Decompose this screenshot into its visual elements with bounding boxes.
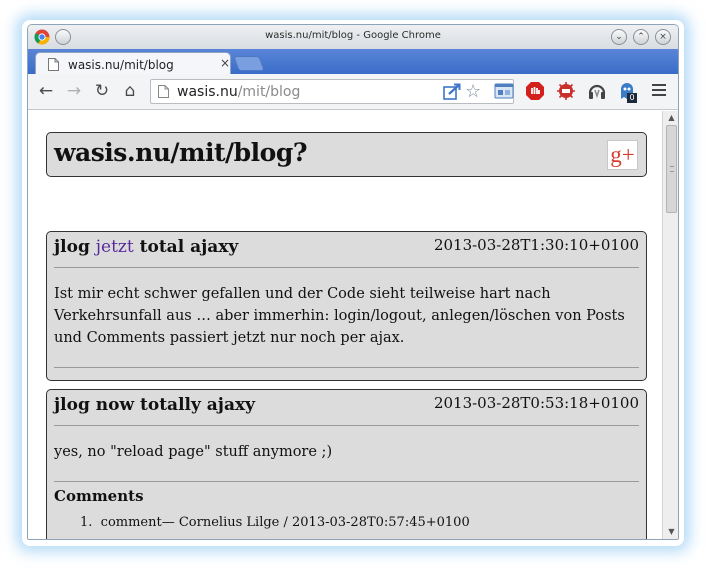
post-date: 2013-03-28T1:30:10+0100 — [433, 236, 639, 254]
post-title-start: jlog — [54, 237, 96, 257]
minimize-button[interactable]: ⌄ — [611, 29, 627, 45]
address-bar[interactable]: wasis.nu/mit/blog ☆ — [150, 79, 514, 104]
blog-post: jlog now totally ajaxy 2013-03-28T0:53:1… — [46, 389, 647, 539]
post-body: Ist mir echt schwer gefallen und der Cod… — [54, 286, 625, 346]
bug-icon[interactable] — [556, 81, 576, 101]
page-title: wasis.nu/mit/blog? — [54, 138, 307, 167]
gallery-icon[interactable] — [494, 81, 514, 101]
page-icon — [158, 85, 169, 98]
url-path: /mit/blog — [237, 84, 301, 100]
scroll-up-arrow-icon[interactable]: ▲ — [666, 113, 677, 123]
scroll-down-arrow-icon[interactable]: ▼ — [666, 527, 677, 537]
divider — [54, 425, 639, 426]
toolbar: ← → ↻ ⌂ wasis.nu/mit/blog ☆ 0 — [28, 74, 678, 110]
url-host: wasis.nu — [177, 84, 238, 100]
divider — [54, 481, 639, 482]
home-icon[interactable]: ⌂ — [120, 81, 140, 101]
comment-text: comment— Cornelius Lilge / 2013-03-28T0:… — [100, 515, 470, 530]
tab-strip: wasis.nu/mit/blog × — [28, 49, 678, 75]
post-title-end: total ajaxy — [133, 237, 239, 257]
blog-post: jlog jetzt total ajaxy 2013-03-28T1:30:1… — [46, 231, 647, 381]
vertical-scrollbar[interactable]: ▲ ▼ — [662, 111, 678, 539]
close-window-button[interactable]: × — [655, 29, 671, 45]
comment-number: 1. — [80, 515, 93, 530]
maximize-button[interactable]: ⌃ — [633, 29, 649, 45]
ghostery-badge: 0 — [627, 93, 637, 103]
url-text[interactable]: wasis.nu/mit/blog — [177, 84, 300, 100]
post-title: jlog now totally ajaxy — [54, 395, 255, 415]
tab-label: wasis.nu/mit/blog — [68, 58, 174, 72]
browser-window: wasis.nu/mit/blog - Google Chrome ⌄ ⌃ × … — [27, 24, 679, 540]
grip-icon — [670, 166, 674, 172]
scroll-thumb[interactable] — [666, 125, 677, 213]
chrome-menu-icon[interactable] — [652, 84, 666, 98]
post-title-link[interactable]: jetzt — [96, 237, 134, 257]
back-icon[interactable]: ← — [36, 81, 56, 101]
forward-icon[interactable]: → — [64, 81, 84, 101]
window-title: wasis.nu/mit/blog - Google Chrome — [265, 30, 441, 41]
share-icon[interactable] — [443, 83, 461, 101]
divider — [54, 367, 639, 368]
post-date: 2013-03-28T0:53:18+0100 — [433, 394, 639, 412]
divider — [54, 267, 639, 268]
google-plus-button[interactable]: g+ — [607, 140, 638, 170]
title-bar: wasis.nu/mit/blog - Google Chrome ⌄ ⌃ × — [28, 25, 678, 49]
headphones-icon[interactable] — [587, 81, 607, 101]
bookmark-star-icon[interactable]: ☆ — [465, 81, 481, 102]
reload-icon[interactable]: ↻ — [92, 81, 112, 101]
comments-heading: Comments — [54, 487, 144, 505]
post-title: jlog jetzt total ajaxy — [54, 237, 238, 257]
page-icon — [48, 58, 59, 71]
site-header: wasis.nu/mit/blog? g+ — [46, 132, 647, 177]
tab-active[interactable]: wasis.nu/mit/blog × — [35, 52, 231, 75]
new-tab-button[interactable] — [233, 56, 265, 71]
page-viewport: wasis.nu/mit/blog? g+ jlog jetzt total a… — [28, 111, 662, 539]
adblock-icon[interactable] — [525, 81, 545, 101]
comment-item: 1. comment— Cornelius Lilge / 2013-03-28… — [80, 515, 470, 530]
close-tab-icon[interactable]: × — [220, 56, 230, 70]
post-body: yes, no "reload page" stuff anymore ;) — [54, 444, 333, 460]
